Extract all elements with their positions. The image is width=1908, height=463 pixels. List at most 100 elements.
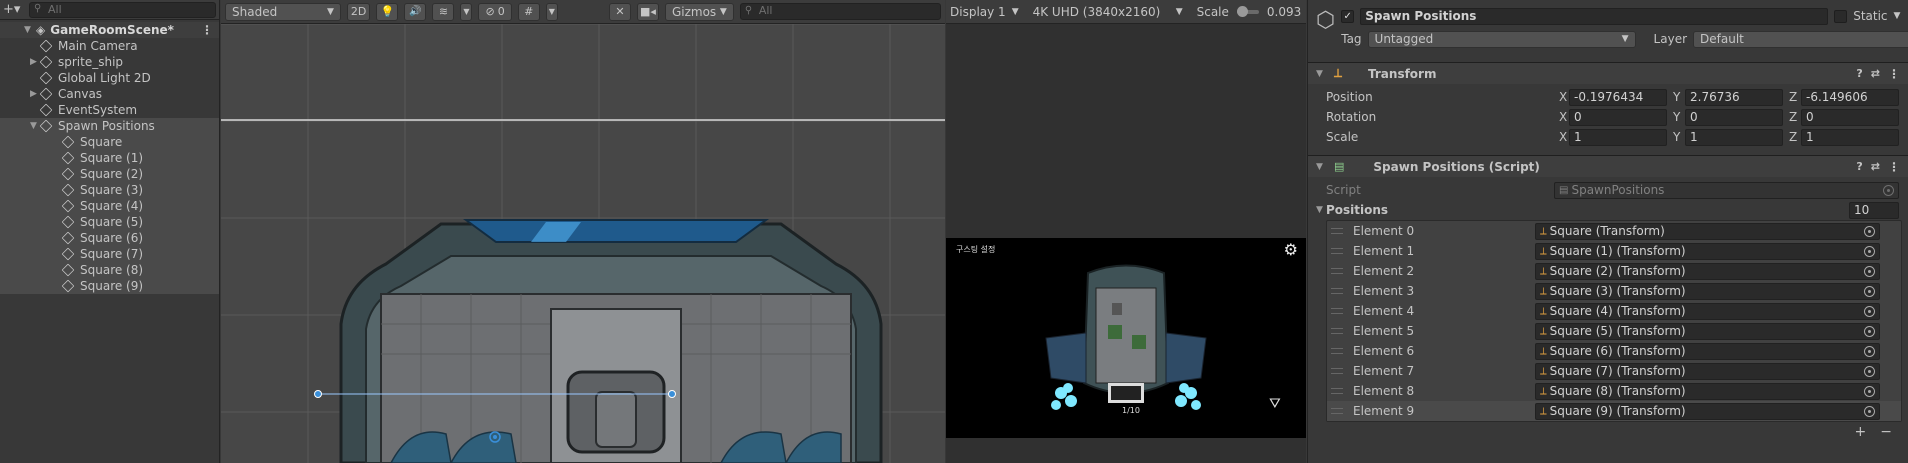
positions-element-row[interactable]: Element 2 ⟂ Square (2) (Transform) — [1327, 261, 1901, 281]
positions-element-row[interactable]: Element 3 ⟂ Square (3) (Transform) — [1327, 281, 1901, 301]
collapse-arrow-icon[interactable]: ▼ — [24, 25, 34, 35]
positions-row[interactable]: ▼ Positions 10 — [1308, 200, 1908, 220]
hierarchy-item[interactable]: Square (5) — [0, 214, 219, 230]
audio-icon[interactable]: 🔊 — [404, 2, 427, 21]
element-object-field[interactable]: ⟂ Square (4) (Transform) — [1535, 302, 1880, 320]
scene-search-input[interactable]: ⚲ All — [739, 3, 942, 20]
2d-toggle-button[interactable]: 2D — [346, 2, 371, 21]
effects-icon[interactable]: ≋ — [432, 2, 455, 21]
bounds-handle-left[interactable] — [314, 390, 322, 398]
game-render[interactable]: 구스팅 설정 ⚙ 1/10 ⛛ — [946, 238, 1306, 438]
hierarchy-item[interactable]: Square (2) — [0, 166, 219, 182]
game-logo-icon[interactable]: ⛛ — [1269, 396, 1281, 412]
hierarchy-item[interactable]: Square (7) — [0, 246, 219, 262]
hierarchy-item[interactable]: Square — [0, 134, 219, 150]
positions-element-row[interactable]: Element 5 ⟂ Square (5) (Transform) — [1327, 321, 1901, 341]
grid-toggle-icon[interactable]: # — [517, 2, 540, 21]
positions-element-row[interactable]: Element 1 ⟂ Square (1) (Transform) — [1327, 241, 1901, 261]
lighting-icon[interactable]: 💡 — [376, 2, 399, 21]
foldout-arrow-icon[interactable]: ▼ — [1316, 205, 1326, 215]
transform-header[interactable]: ▼ ⟂ Transform ? ⇄ ⋮ — [1308, 62, 1908, 84]
help-icon[interactable]: ? — [1856, 160, 1862, 173]
positions-element-row[interactable]: Element 4 ⟂ Square (4) (Transform) — [1327, 301, 1901, 321]
tools-icon[interactable]: ✕ — [608, 2, 631, 21]
object-picker-icon[interactable] — [1864, 345, 1875, 357]
drag-handle-icon[interactable] — [1331, 288, 1343, 294]
gizmos-dropdown[interactable]: Gizmos ▼ — [664, 2, 734, 21]
scale-z-field[interactable]: 1 — [1801, 128, 1899, 146]
element-object-field[interactable]: ⟂ Square (2) (Transform) — [1535, 262, 1880, 280]
scene-root-item[interactable]: ▼ ◈ GameRoomScene* ⋮ — [0, 22, 219, 38]
scene-visibility-button[interactable]: ⊘ 0 — [478, 2, 512, 21]
drag-handle-icon[interactable] — [1331, 348, 1343, 354]
scene-canvas[interactable] — [221, 24, 945, 463]
effects-dropdown-icon[interactable]: ▼ — [460, 2, 473, 21]
positions-element-row[interactable]: Element 6 ⟂ Square (6) (Transform) — [1327, 341, 1901, 361]
drag-handle-icon[interactable] — [1331, 388, 1343, 394]
add-icon[interactable]: +▾ — [3, 2, 23, 17]
help-icon[interactable]: ? — [1856, 67, 1862, 80]
hierarchy-item[interactable]: Square (3) — [0, 182, 219, 198]
positions-element-row[interactable]: Element 9 ⟂ Square (9) (Transform) — [1327, 401, 1901, 421]
hierarchy-item[interactable]: ▼ Spawn Positions — [0, 118, 219, 134]
drag-handle-icon[interactable] — [1331, 268, 1343, 274]
rotation-z-field[interactable]: 0 — [1801, 108, 1899, 126]
position-x-field[interactable]: -0.1976434 — [1569, 88, 1667, 106]
element-object-field[interactable]: ⟂ Square (3) (Transform) — [1535, 282, 1880, 300]
element-object-field[interactable]: ⟂ Square (7) (Transform) — [1535, 362, 1880, 380]
foldout-arrow-icon[interactable]: ▼ — [1316, 69, 1326, 79]
drag-handle-icon[interactable] — [1331, 228, 1343, 234]
foldout-arrow-icon[interactable]: ▼ — [1316, 162, 1326, 172]
object-picker-icon[interactable] — [1864, 305, 1875, 317]
hierarchy-item[interactable]: Square (1) — [0, 150, 219, 166]
add-element-button[interactable]: + — [1855, 424, 1867, 440]
expand-arrow-icon[interactable]: ▼ — [30, 121, 40, 131]
layer-dropdown[interactable]: Default ▼ — [1693, 30, 1908, 48]
hierarchy-item[interactable]: ▶ sprite_ship — [0, 54, 219, 70]
element-object-field[interactable]: ⟂ Square (8) (Transform) — [1535, 382, 1880, 400]
presets-icon[interactable]: ⇄ — [1871, 67, 1880, 80]
hierarchy-item[interactable]: Square (4) — [0, 198, 219, 214]
object-picker-icon[interactable] — [1864, 365, 1875, 377]
drag-handle-icon[interactable] — [1331, 368, 1343, 374]
scale-slider[interactable] — [1236, 5, 1259, 17]
hierarchy-item[interactable]: Square (6) — [0, 230, 219, 246]
camera-icon[interactable]: ■◂ — [636, 2, 659, 21]
scene-menu-icon[interactable]: ⋮ — [201, 23, 213, 37]
element-object-field[interactable]: ⟂ Square (Transform) — [1535, 222, 1880, 240]
positions-element-row[interactable]: Element 0 ⟂ Square (Transform) — [1327, 221, 1901, 241]
element-object-field[interactable]: ⟂ Square (9) (Transform) — [1535, 402, 1880, 420]
rotation-x-field[interactable]: 0 — [1569, 108, 1667, 126]
shading-mode-dropdown[interactable]: Shaded ▼ — [225, 2, 341, 21]
scale-y-field[interactable]: 1 — [1685, 128, 1783, 146]
scene-view[interactable]: Shaded ▼ 2D 💡 🔊 ≋ ▼ ⊘ 0 # ▼ ✕ ■◂ Gizmos … — [221, 0, 945, 463]
positions-element-row[interactable]: Element 8 ⟂ Square (8) (Transform) — [1327, 381, 1901, 401]
drag-handle-icon[interactable] — [1331, 408, 1343, 414]
drag-handle-icon[interactable] — [1331, 248, 1343, 254]
object-picker-icon[interactable] — [1864, 405, 1875, 417]
grid-dropdown-icon[interactable]: ▼ — [545, 2, 558, 21]
display-dropdown[interactable]: Display 1 ▼ — [950, 5, 1019, 19]
hierarchy-search-input[interactable]: ⚲ All — [29, 1, 216, 18]
object-picker-icon[interactable] — [1864, 385, 1875, 397]
object-picker-icon[interactable] — [1864, 325, 1875, 337]
component-enabled-checkbox[interactable] — [1352, 160, 1365, 173]
positions-element-row[interactable]: Element 7 ⟂ Square (7) (Transform) — [1327, 361, 1901, 381]
static-checkbox[interactable] — [1834, 9, 1848, 23]
hierarchy-item[interactable]: Square (8) — [0, 262, 219, 278]
bounds-handle-right[interactable] — [668, 390, 676, 398]
component-menu-icon[interactable]: ⋮ — [1888, 160, 1900, 174]
hierarchy-item[interactable]: Main Camera — [0, 38, 219, 54]
hierarchy-item[interactable]: ▶ Canvas — [0, 86, 219, 102]
position-z-field[interactable]: -6.149606 — [1801, 88, 1899, 106]
rotation-y-field[interactable]: 0 — [1685, 108, 1783, 126]
drag-handle-icon[interactable] — [1331, 328, 1343, 334]
settings-gear-icon[interactable]: ⚙ — [1284, 240, 1298, 259]
remove-element-button[interactable]: − — [1880, 424, 1892, 440]
scale-x-field[interactable]: 1 — [1569, 128, 1667, 146]
hierarchy-item[interactable]: Square (9) — [0, 278, 219, 294]
tag-dropdown[interactable]: Untagged ▼ — [1367, 30, 1636, 48]
positions-count-field[interactable]: 10 — [1849, 201, 1899, 219]
drag-handle-icon[interactable] — [1331, 308, 1343, 314]
hierarchy-item[interactable]: EventSystem — [0, 102, 219, 118]
